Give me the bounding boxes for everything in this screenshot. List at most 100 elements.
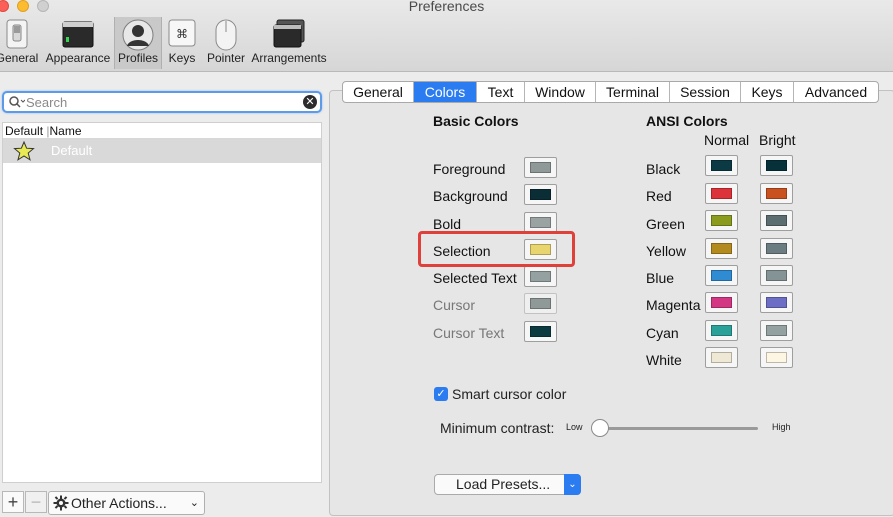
swatch <box>766 160 787 171</box>
background-color-well[interactable] <box>524 184 557 205</box>
contrast-high-label: High <box>772 422 791 432</box>
window-stack-icon <box>272 19 306 52</box>
ansi-white-bright-well[interactable] <box>760 347 793 368</box>
swatch <box>766 325 787 336</box>
ansi-cyan-normal-well[interactable] <box>705 320 738 341</box>
profile-name: Default <box>51 143 93 158</box>
toolbar-arrangements-label: Arrangements <box>251 51 327 65</box>
column-header-default[interactable]: Default <box>5 124 43 138</box>
toolbar-arrangements[interactable]: Arrangements <box>250 17 328 69</box>
minimum-contrast-knob[interactable] <box>591 419 609 437</box>
ansi-cyan-bright-well[interactable] <box>760 320 793 341</box>
ansi-black-normal-well[interactable] <box>705 155 738 176</box>
swatch <box>766 352 787 363</box>
cursor-text-color-well[interactable] <box>524 321 557 342</box>
normal-column-header: Normal <box>704 132 750 148</box>
toolbar-profiles[interactable]: Profiles <box>114 17 162 69</box>
column-header-name[interactable]: Name <box>50 124 82 138</box>
profile-tabs: General Colors Text Window Terminal Sess… <box>342 81 879 103</box>
swatch <box>711 270 732 281</box>
swatch <box>766 243 787 254</box>
profile-search-field[interactable]: ✕ <box>2 91 322 113</box>
profiles-list-header: Default |Name <box>3 123 321 139</box>
minimum-contrast-slider[interactable] <box>598 427 758 430</box>
toolbar-keys[interactable]: ⌘ Keys <box>164 17 200 69</box>
swatch <box>530 217 551 228</box>
load-presets-label: Load Presets... <box>456 476 551 492</box>
ansi-black-label: Black <box>646 161 681 177</box>
tab-keys[interactable]: Keys <box>741 82 794 102</box>
other-actions-button[interactable]: Other Actions... ⌄ <box>48 491 205 515</box>
cursor-color-well[interactable] <box>524 293 557 314</box>
foreground-color-well[interactable] <box>524 157 557 178</box>
ansi-magenta-normal-well[interactable] <box>705 292 738 313</box>
toolbar-appearance[interactable]: Appearance <box>44 17 112 69</box>
swatch <box>711 243 732 254</box>
toolbar-profiles-label: Profiles <box>117 51 158 65</box>
minimum-contrast-label: Minimum contrast: <box>440 420 555 436</box>
ansi-red-label: Red <box>646 188 672 204</box>
tab-session[interactable]: Session <box>670 82 741 102</box>
ansi-white-label: White <box>646 352 682 368</box>
switch-icon <box>4 19 30 52</box>
ansi-red-normal-well[interactable] <box>705 183 738 204</box>
ansi-yellow-normal-well[interactable] <box>705 238 738 259</box>
contrast-low-label: Low <box>566 422 583 432</box>
clear-search-icon[interactable]: ✕ <box>303 95 317 109</box>
swatch <box>530 162 551 173</box>
mouse-icon <box>213 19 239 54</box>
search-input[interactable] <box>26 94 296 110</box>
tab-terminal[interactable]: Terminal <box>596 82 670 102</box>
toolbar-general-label: General <box>0 51 39 65</box>
ansi-yellow-bright-well[interactable] <box>760 238 793 259</box>
smart-cursor-label[interactable]: Smart cursor color <box>452 386 566 402</box>
tab-window[interactable]: Window <box>525 82 596 102</box>
swatch <box>766 188 787 199</box>
foreground-label: Foreground <box>433 161 506 177</box>
tab-general[interactable]: General <box>343 82 414 102</box>
terminal-window-icon <box>62 19 94 52</box>
profiles-bottom-bar: + − Other Actions... ⌄ <box>2 491 212 515</box>
load-presets-button[interactable]: Load Presets... ⌄ <box>434 474 581 495</box>
swatch <box>766 215 787 226</box>
bold-color-well[interactable] <box>524 212 557 233</box>
add-profile-button[interactable]: + <box>2 491 24 513</box>
swatch <box>711 188 732 199</box>
ansi-blue-bright-well[interactable] <box>760 265 793 286</box>
toolbar-general[interactable]: General <box>0 17 40 69</box>
default-star-icon[interactable] <box>13 140 35 164</box>
swatch <box>530 326 551 337</box>
selection-highlight-annotation <box>418 231 575 267</box>
ansi-black-bright-well[interactable] <box>760 155 793 176</box>
swatch <box>711 215 732 226</box>
profile-settings-panel <box>329 90 893 516</box>
basic-colors-heading: Basic Colors <box>433 113 519 129</box>
cursor-text-label: Cursor Text <box>433 325 505 341</box>
command-key-icon: ⌘ <box>168 19 196 50</box>
ansi-white-normal-well[interactable] <box>705 347 738 368</box>
ansi-yellow-label: Yellow <box>646 243 686 259</box>
swatch <box>530 298 551 309</box>
ansi-red-bright-well[interactable] <box>760 183 793 204</box>
chevron-down-icon[interactable]: ⌄ <box>564 474 581 495</box>
profile-row-default[interactable]: Default <box>3 139 321 163</box>
toolbar-keys-label: Keys <box>168 51 196 65</box>
remove-profile-button[interactable]: − <box>25 491 47 513</box>
ansi-blue-normal-well[interactable] <box>705 265 738 286</box>
tab-text[interactable]: Text <box>477 82 525 102</box>
swatch <box>711 297 732 308</box>
search-icon <box>9 96 26 112</box>
smart-cursor-checkbox[interactable]: ✓ <box>434 387 448 401</box>
profiles-list: Default |Name Default <box>2 122 322 483</box>
ansi-green-bright-well[interactable] <box>760 210 793 231</box>
other-actions-label: Other Actions... <box>71 495 167 511</box>
swatch <box>711 325 732 336</box>
ansi-magenta-bright-well[interactable] <box>760 292 793 313</box>
ansi-colors-heading: ANSI Colors <box>646 113 728 129</box>
ansi-green-normal-well[interactable] <box>705 210 738 231</box>
toolbar-pointer[interactable]: Pointer <box>204 17 248 69</box>
tab-colors[interactable]: Colors <box>414 82 477 102</box>
ansi-green-label: Green <box>646 216 685 232</box>
tab-advanced[interactable]: Advanced <box>794 82 878 102</box>
selected-text-color-well[interactable] <box>524 266 557 287</box>
